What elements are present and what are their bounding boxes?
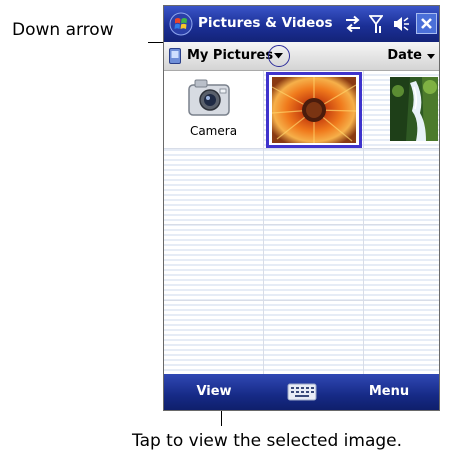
folder-icon: [169, 48, 181, 64]
signal-icon[interactable]: [369, 14, 383, 34]
sort-by-label[interactable]: Date: [387, 48, 422, 63]
folder-bar: My Pictures Date: [164, 42, 439, 71]
grid-item-camera[interactable]: Camera: [164, 71, 264, 149]
grid-empty-cell: [264, 301, 364, 376]
view-button[interactable]: View: [164, 374, 264, 410]
sync-icon[interactable]: [344, 15, 362, 33]
waterfall-image: [390, 77, 438, 141]
close-button[interactable]: [416, 13, 437, 34]
grid-item-flower-image[interactable]: [264, 71, 364, 149]
thumbnail-grid: Camera: [164, 71, 439, 376]
menu-button[interactable]: Menu: [339, 374, 439, 410]
grid-empty-cell: [364, 301, 439, 376]
camera-icon: [188, 79, 230, 116]
grid-empty-cell: [364, 225, 439, 301]
keyboard-icon[interactable]: [287, 383, 317, 401]
down-arrow-callout: Down arrow: [12, 20, 114, 40]
grid-empty-cell: [264, 149, 364, 225]
volume-icon[interactable]: [392, 15, 410, 33]
sort-chevron-down-icon[interactable]: [426, 53, 436, 61]
grid-item-waterfall-image[interactable]: [364, 71, 439, 149]
flower-image: [272, 77, 356, 143]
title-bar: Pictures & Videos: [164, 6, 439, 42]
grid-empty-cell: [264, 225, 364, 301]
chevron-down-icon: [274, 53, 283, 59]
folder-dropdown-button[interactable]: [268, 45, 290, 67]
softkey-bar: View Menu: [164, 374, 439, 410]
grid-empty-cell: [164, 225, 264, 301]
device-screen: Pictures & Videos My Pictures Date Camer…: [163, 5, 440, 411]
start-icon[interactable]: [169, 12, 193, 36]
folder-name[interactable]: My Pictures: [187, 48, 273, 63]
selection-highlight: [266, 72, 362, 148]
app-title: Pictures & Videos: [198, 15, 333, 31]
grid-empty-cell: [364, 149, 439, 225]
grid-empty-cell: [164, 301, 264, 376]
grid-empty-cell: [164, 149, 264, 225]
view-hint-callout: Tap to view the selected image.: [132, 431, 403, 451]
close-icon: [421, 18, 432, 29]
camera-label: Camera: [189, 124, 238, 138]
